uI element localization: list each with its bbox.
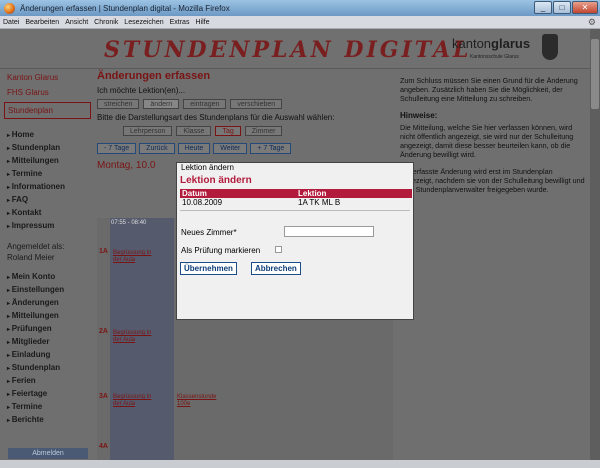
menu-datei[interactable]: Datei <box>0 19 22 26</box>
close-button[interactable]: ✕ <box>572 1 598 14</box>
action-verschieben-button[interactable]: verschieben <box>230 99 283 109</box>
dialog-divider <box>180 210 410 211</box>
menu-extras[interactable]: Extras <box>167 19 193 26</box>
timetable-entry[interactable]: Klassenstunde 100e <box>177 394 217 408</box>
sidebar-item-informationen[interactable]: Informationen <box>0 181 95 194</box>
cell-datum: 10.08.2009 <box>182 198 223 207</box>
canton-logo: kantonglarus <box>452 36 530 51</box>
canton-name: glarus <box>491 36 531 51</box>
exam-label: Als Prüfung markieren <box>181 246 261 255</box>
back-button[interactable]: Zurück <box>139 143 175 154</box>
sidebar-item-stundenplan-2[interactable]: Stundenplan <box>0 362 95 375</box>
dialog-titlebar: Lektion ändern <box>177 163 413 173</box>
sidebar-item-stundenplan[interactable]: Stundenplan <box>0 142 95 155</box>
cancel-button[interactable]: Abbrechen <box>251 262 301 275</box>
submit-button[interactable]: Übernehmen <box>180 262 237 275</box>
sidebar-item-stundenplan-selected[interactable]: Stundenplan <box>4 102 91 119</box>
col-header-lektion: Lektion <box>296 189 412 198</box>
sidebar-item-aenderungen[interactable]: Änderungen <box>0 297 95 310</box>
info-panel: Zum Schluss müssen Sie einen Grund für d… <box>400 76 585 460</box>
row-label-4a: 4A <box>99 443 108 450</box>
menu-bearbeiten[interactable]: Bearbeiten <box>22 19 62 26</box>
sidebar-item-mitteilungen[interactable]: Mitteilungen <box>0 155 95 168</box>
logout-button[interactable]: Abmelden <box>8 448 88 459</box>
minimize-button[interactable]: _ <box>534 1 552 14</box>
gear-icon[interactable]: ⚙ <box>588 17 596 28</box>
canton-crest-icon <box>542 34 558 60</box>
action-eintragen-button[interactable]: eintragen <box>183 99 227 109</box>
sidebar-link-fhs[interactable]: FHS Glarus <box>0 85 95 100</box>
sidebar-item-kontakt[interactable]: Kontakt <box>0 207 95 220</box>
menu-chronik[interactable]: Chronik <box>91 19 121 26</box>
view-lehrperson-button[interactable]: Lehrperson <box>123 126 173 136</box>
maximize-button[interactable]: □ <box>553 1 571 14</box>
intro-text: Ich möchte Lektion(en)... <box>97 86 186 95</box>
sidebar-link-kanton[interactable]: Kanton Glarus <box>0 70 95 85</box>
info-text: Zum Schluss müssen Sie einen Grund für d… <box>400 76 578 103</box>
plus-7-days-button[interactable]: + 7 Tage <box>250 143 292 154</box>
display-prompt: Bitte die Darstellungsart des Stundenpla… <box>97 113 335 122</box>
lesson-table: Datum Lektion 10.08.2009 1A TK ML B <box>180 189 412 207</box>
menu-lesezeichen[interactable]: Lesezeichen <box>121 19 166 26</box>
sidebar-item-mein-konto[interactable]: Mein Konto <box>0 271 95 284</box>
sidebar-item-impressum[interactable]: Impressum <box>0 220 95 233</box>
page-scrollbar[interactable] <box>590 29 600 460</box>
lektion-aendern-dialog: Lektion ändern Lektion ändern Datum Lekt… <box>176 162 414 320</box>
sidebar-item-einladung[interactable]: Einladung <box>0 349 95 362</box>
row-label-1a: 1A <box>99 248 108 255</box>
sidebar-item-ferien[interactable]: Ferien <box>0 375 95 388</box>
status-bar <box>0 460 600 468</box>
timetable-entry[interactable]: Begrüssung in der Aula <box>113 250 157 264</box>
hint-text-1: Die Mitteilung, welche Sie hier verfasse… <box>400 123 574 159</box>
user-name: Roland Meier <box>7 253 55 262</box>
cell-lektion: 1A TK ML B <box>298 198 341 207</box>
page-title: Änderungen erfassen <box>97 70 211 82</box>
timetable-time: 07:55 - 08:40 <box>111 220 147 226</box>
sidebar-item-mitglieder[interactable]: Mitglieder <box>0 336 95 349</box>
row-label-3a: 3A <box>99 393 108 400</box>
site-logo[interactable]: STUNDENPLAN DIGITAL <box>104 37 472 63</box>
sidebar-item-home[interactable]: Home <box>0 129 95 142</box>
logged-in-label: Angemeldet als: <box>7 242 65 251</box>
timetable-entry[interactable]: Begrüssung in der Aula <box>113 394 157 408</box>
sidebar-item-einstellungen[interactable]: Einstellungen <box>0 284 95 297</box>
room-label: Neues Zimmer* <box>181 228 237 237</box>
menu-hilfe[interactable]: Hilfe <box>192 19 212 26</box>
window-titlebar: Änderungen erfassen | Stundenplan digita… <box>0 0 600 16</box>
sidebar-item-berichte[interactable]: Berichte <box>0 414 95 427</box>
view-zimmer-button[interactable]: Zimmer <box>244 126 283 136</box>
sidebar: Kanton Glarus FHS Glarus Stundenplan Hom… <box>0 70 95 460</box>
view-tag-button[interactable]: Tag <box>215 126 241 136</box>
exam-checkbox[interactable] <box>275 246 282 253</box>
scrollbar-thumb[interactable] <box>591 39 599 109</box>
sidebar-item-termine[interactable]: Termine <box>0 168 95 181</box>
timetable-entry[interactable]: Begrüssung in der Aula <box>113 330 157 344</box>
action-streichen-button[interactable]: streichen <box>97 99 140 109</box>
menu-ansicht[interactable]: Ansicht <box>62 19 91 26</box>
school-name: Kantonsschule Glarus <box>470 54 519 60</box>
sidebar-item-mitteilungen-2[interactable]: Mitteilungen <box>0 310 95 323</box>
action-aendern-button[interactable]: ändern <box>143 99 180 109</box>
firefox-icon <box>4 2 15 14</box>
hint-text-2: Die erfasste Änderung wird erst im Stund… <box>400 167 585 194</box>
next-button[interactable]: Weiter <box>213 143 248 154</box>
menu-bar: Datei Bearbeiten Ansicht Chronik Lesezei… <box>0 16 600 29</box>
sidebar-item-termine-2[interactable]: Termine <box>0 401 95 414</box>
table-row: 10.08.2009 1A TK ML B <box>180 198 412 207</box>
sidebar-item-faq[interactable]: FAQ <box>0 194 95 207</box>
view-klasse-button[interactable]: Klasse <box>176 126 212 136</box>
room-input[interactable] <box>284 226 374 237</box>
sidebar-item-pruefungen[interactable]: Prüfungen <box>0 323 95 336</box>
canton-prefix: kanton <box>452 36 492 51</box>
dialog-heading: Lektion ändern <box>180 175 252 186</box>
window-title: Änderungen erfassen | Stundenplan digita… <box>20 3 230 13</box>
minus-7-days-button[interactable]: - 7 Tage <box>97 143 137 154</box>
hint-heading: Hinweise: <box>400 111 438 120</box>
col-header-datum: Datum <box>180 189 296 198</box>
site-banner: STUNDENPLAN DIGITAL kantonglarus Kantons… <box>0 29 590 69</box>
today-button[interactable]: Heute <box>177 143 211 154</box>
row-label-2a: 2A <box>99 328 108 335</box>
sidebar-item-feiertage[interactable]: Feiertage <box>0 388 95 401</box>
